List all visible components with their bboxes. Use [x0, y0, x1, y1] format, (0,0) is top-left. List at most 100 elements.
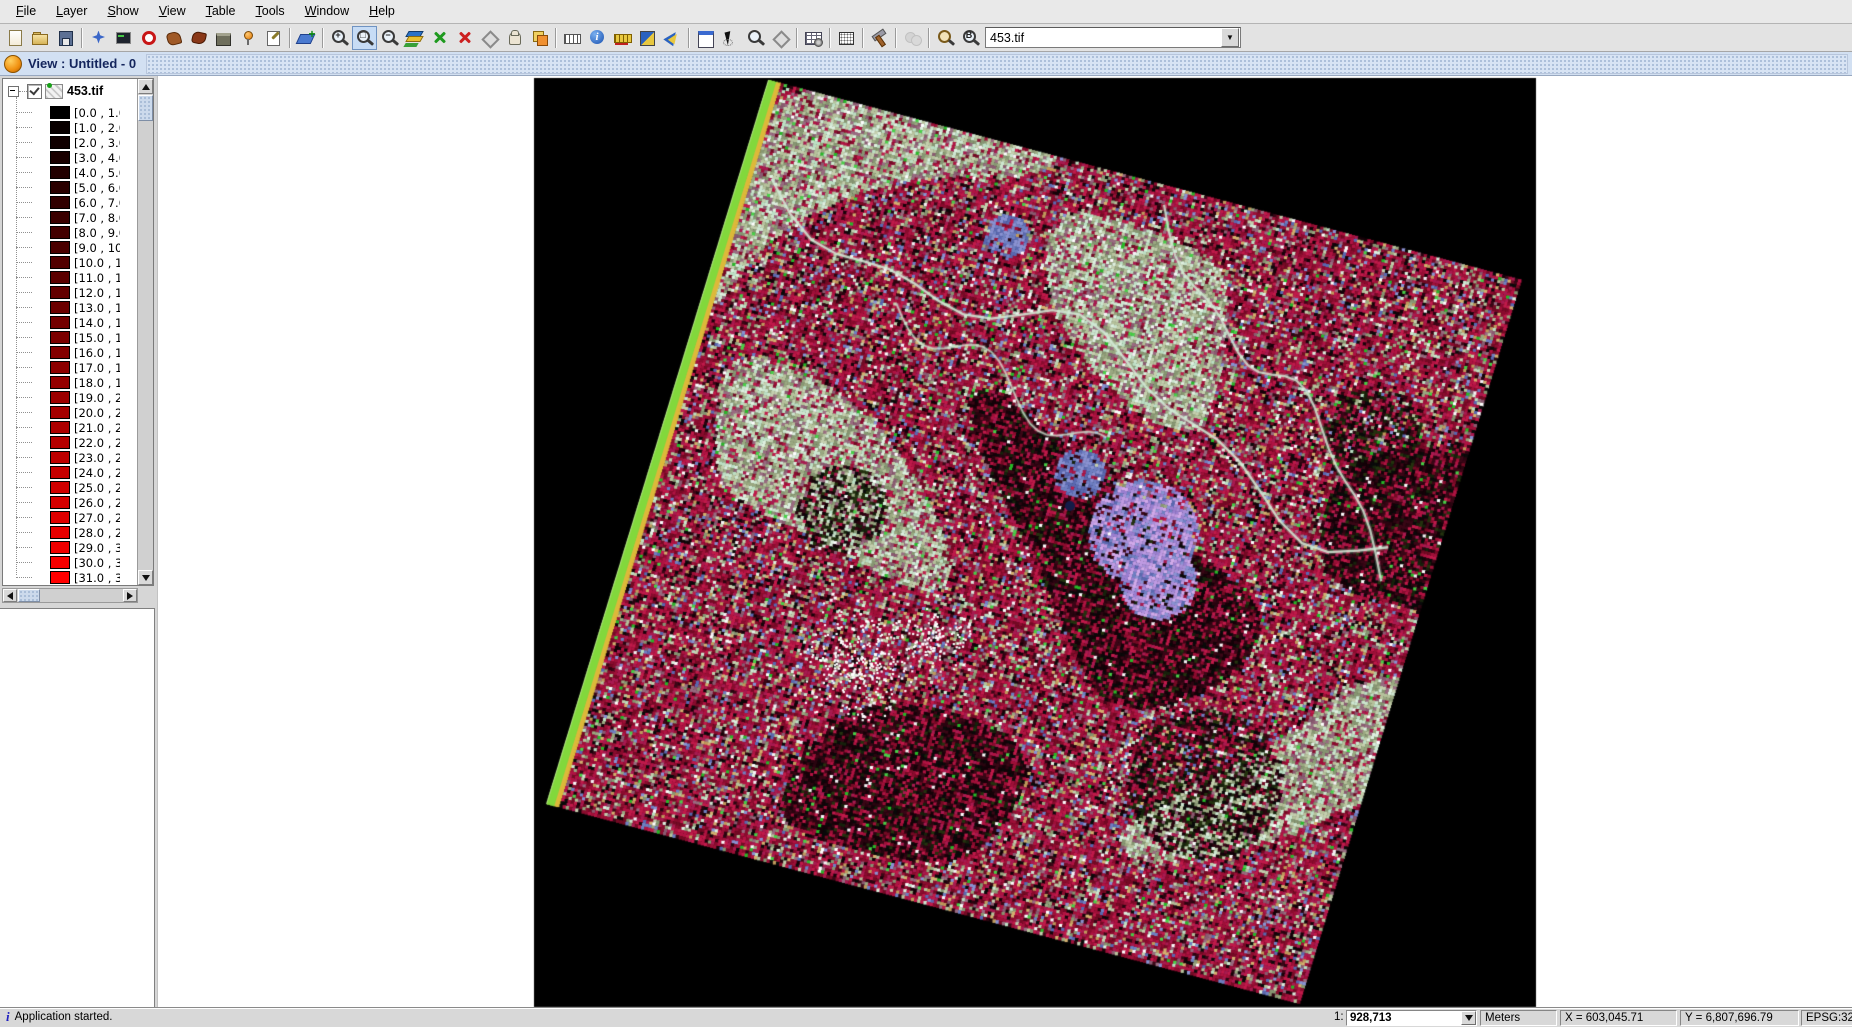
browse-zoom-button[interactable]: B — [958, 26, 983, 50]
placemark-button[interactable] — [236, 26, 261, 50]
dig-tool-icon — [164, 29, 183, 47]
legend-row[interactable]: [3.0 , 4.0] — [3, 150, 137, 165]
legend-row[interactable]: [7.0 , 8.0] — [3, 210, 137, 225]
legend-row[interactable]: [20.0 , 21.0] — [3, 405, 137, 420]
menu-item-table[interactable]: Table — [196, 1, 246, 22]
legend-label: [9.0 , 10.0] — [74, 241, 120, 255]
preview-zoom-button[interactable] — [933, 26, 958, 50]
scale-ruler-button[interactable] — [560, 26, 585, 50]
flip-view-button[interactable] — [477, 26, 502, 50]
legend-row[interactable]: [23.0 , 24.0] — [3, 450, 137, 465]
info-button[interactable]: i — [585, 26, 610, 50]
tree-hscrollbar[interactable] — [2, 588, 138, 603]
copy-view-button[interactable] — [527, 26, 552, 50]
legend-row[interactable]: [9.0 , 10.0] — [3, 240, 137, 255]
terminal-button[interactable] — [111, 26, 136, 50]
layer-node-row[interactable]: 453.tif — [3, 81, 137, 101]
box-tool-button[interactable] — [211, 26, 236, 50]
edit-notes-button[interactable] — [261, 26, 286, 50]
menu-item-file[interactable]: File — [6, 1, 46, 22]
hscroll-thumb[interactable] — [18, 589, 40, 602]
legend-row[interactable]: [22.0 , 23.0] — [3, 435, 137, 450]
save-file-button[interactable] — [53, 26, 78, 50]
legend-row[interactable]: [16.0 , 17.0] — [3, 345, 137, 360]
legend-row[interactable]: [28.0 , 29.0] — [3, 525, 137, 540]
select-tool-button[interactable] — [718, 26, 743, 50]
open-folder-button[interactable] — [28, 26, 53, 50]
scale-dropdown-button[interactable] — [1461, 1011, 1476, 1025]
scroll-down-button[interactable] — [138, 570, 153, 585]
layer-visibility-checkbox[interactable] — [27, 84, 42, 99]
view-handle-pattern[interactable] — [146, 54, 1848, 74]
menu-item-show[interactable]: Show — [97, 1, 148, 22]
attribute-table-button[interactable] — [801, 26, 826, 50]
legend-swatch — [50, 256, 70, 269]
vscroll-thumb[interactable] — [138, 95, 153, 121]
legend-row[interactable]: [1.0 , 2.0] — [3, 120, 137, 135]
add-layer-button[interactable]: + — [294, 26, 319, 50]
tree-expander[interactable] — [8, 86, 19, 97]
legend-row[interactable]: [14.0 , 15.0] — [3, 315, 137, 330]
map-canvas[interactable] — [158, 76, 1852, 1008]
zoom-cursor-button[interactable] — [743, 26, 768, 50]
legend-row[interactable]: [5.0 , 6.0] — [3, 180, 137, 195]
layer-combo-value[interactable]: 453.tif — [986, 31, 1221, 45]
menu-item-layer[interactable]: Layer — [46, 1, 97, 22]
new-window-button[interactable] — [693, 26, 718, 50]
full-extent-button[interactable] — [452, 26, 477, 50]
north-arrow-button[interactable] — [660, 26, 685, 50]
legend-row[interactable]: [19.0 , 20.0] — [3, 390, 137, 405]
legend-row[interactable]: [25.0 , 26.0] — [3, 480, 137, 495]
legend-swatch — [50, 406, 70, 419]
scale-value[interactable]: 928,713 — [1347, 1011, 1461, 1025]
zoom-box-button[interactable]: □ — [352, 26, 377, 50]
paint-tools-button[interactable] — [900, 26, 925, 50]
legend-row[interactable]: [27.0 , 28.0] — [3, 510, 137, 525]
coord-y: Y = 6,807,696.79 — [1680, 1010, 1799, 1026]
vector-tool-button[interactable] — [86, 26, 111, 50]
select-region-button[interactable] — [834, 26, 859, 50]
menu-item-window[interactable]: Window — [295, 1, 359, 22]
navigate-tool-button[interactable] — [768, 26, 793, 50]
legend-row[interactable]: [31.0 , 32.0] — [3, 570, 137, 585]
record-target-button[interactable] — [136, 26, 161, 50]
legend-row[interactable]: [17.0 , 18.0] — [3, 360, 137, 375]
legend-row[interactable]: [10.0 , 11.0] — [3, 255, 137, 270]
legend-row[interactable]: [11.0 , 12.0] — [3, 270, 137, 285]
tree-vscrollbar[interactable] — [137, 79, 153, 585]
new-file-button[interactable] — [3, 26, 28, 50]
scroll-up-button[interactable] — [138, 79, 153, 94]
legend-row[interactable]: [24.0 , 25.0] — [3, 465, 137, 480]
legend-row[interactable]: [26.0 , 27.0] — [3, 495, 137, 510]
scroll-right-button[interactable] — [123, 589, 137, 602]
legend-row[interactable]: [13.0 , 14.0] — [3, 300, 137, 315]
legend-row[interactable]: [30.0 , 31.0] — [3, 555, 137, 570]
menu-item-view[interactable]: View — [149, 1, 196, 22]
dig-tool-button[interactable] — [161, 26, 186, 50]
clip-tool-button[interactable] — [186, 26, 211, 50]
toolbox-button[interactable] — [867, 26, 892, 50]
zoom-out-button[interactable]: − — [377, 26, 402, 50]
scale-input[interactable]: 928,713 — [1346, 1010, 1477, 1026]
profile-tool-button[interactable] — [635, 26, 660, 50]
legend-row[interactable]: [21.0 , 22.0] — [3, 420, 137, 435]
legend-row[interactable]: [29.0 , 30.0] — [3, 540, 137, 555]
measure-ruler-button[interactable] — [610, 26, 635, 50]
pan-hand-button[interactable] — [502, 26, 527, 50]
legend-row[interactable]: [15.0 , 16.0] — [3, 330, 137, 345]
legend-row[interactable]: [0.0 , 1.0] — [3, 105, 137, 120]
combo-dropdown-button[interactable]: ▼ — [1221, 28, 1239, 47]
legend-row[interactable]: [8.0 , 9.0] — [3, 225, 137, 240]
menu-item-help[interactable]: Help — [359, 1, 405, 22]
scroll-left-button[interactable] — [3, 589, 17, 602]
layers-stack-button[interactable] — [402, 26, 427, 50]
legend-row[interactable]: [12.0 , 13.0] — [3, 285, 137, 300]
zoom-in-button[interactable]: + — [327, 26, 352, 50]
layer-combo[interactable]: 453.tif ▼ — [985, 27, 1241, 48]
legend-row[interactable]: [2.0 , 3.0] — [3, 135, 137, 150]
fit-window-button[interactable] — [427, 26, 452, 50]
legend-row[interactable]: [18.0 , 19.0] — [3, 375, 137, 390]
legend-row[interactable]: [6.0 , 7.0] — [3, 195, 137, 210]
menu-item-tools[interactable]: Tools — [246, 1, 295, 22]
legend-row[interactable]: [4.0 , 5.0] — [3, 165, 137, 180]
